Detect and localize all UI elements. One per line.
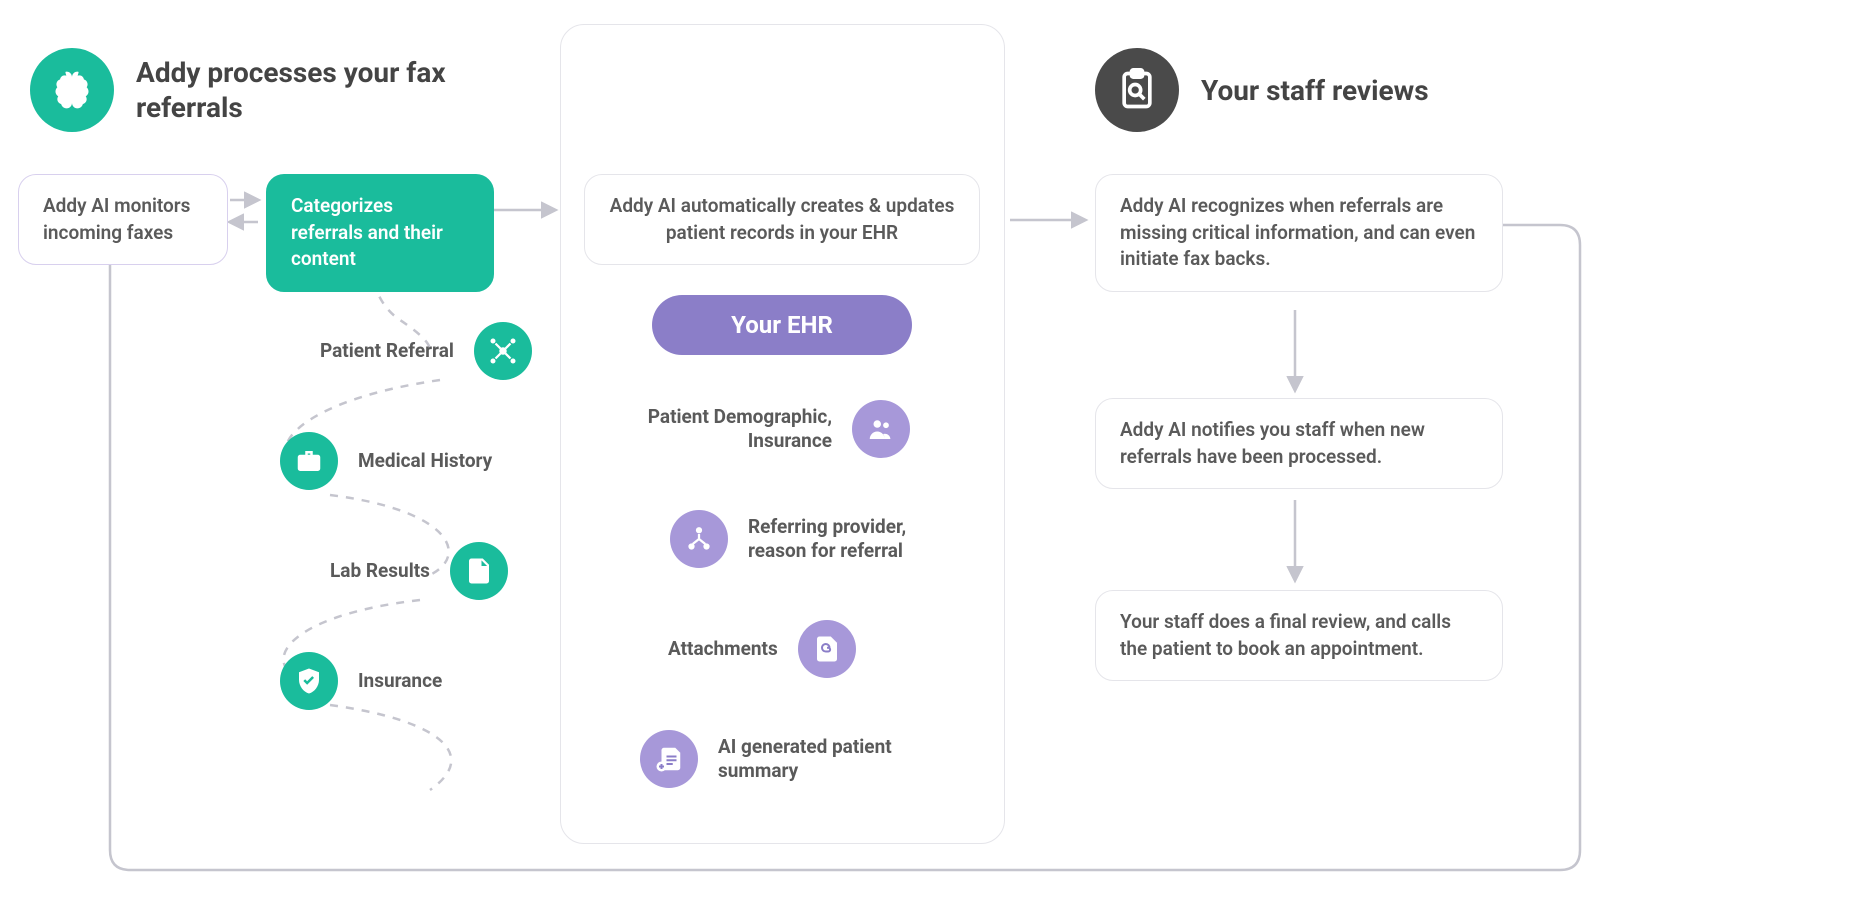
- cat-medical-history: Medical History: [280, 432, 492, 490]
- cat-label: Medical History: [358, 449, 492, 473]
- medical-bag-icon: [280, 432, 338, 490]
- document-icon: [450, 542, 508, 600]
- box-update-ehr: Addy AI automatically creates & updates …: [584, 174, 980, 265]
- cat-lab-results: Lab Results: [330, 542, 508, 600]
- attachment-icon: [798, 620, 856, 678]
- brain-icon: [30, 48, 114, 132]
- box-review: Your staff does a final review, and call…: [1095, 590, 1503, 681]
- ehr-provider: Referring provider, reason for referral: [670, 510, 968, 568]
- cat-label: Insurance: [358, 669, 442, 693]
- ehr-pill: Your EHR: [652, 295, 912, 355]
- cat-label: Lab Results: [330, 559, 430, 583]
- ehr-attachments: Attachments: [668, 620, 856, 678]
- ehr-demographic: Patient Demographic, Insurance: [612, 400, 910, 458]
- cat-label: Patient Demographic, Insurance: [612, 405, 832, 453]
- col1-header: Addy processes your fax referrals: [30, 48, 456, 132]
- network-icon: [474, 322, 532, 380]
- document-plus-icon: [640, 730, 698, 788]
- col1-title: Addy processes your fax referrals: [136, 55, 456, 125]
- box-monitor: Addy AI monitors incoming faxes: [18, 174, 228, 265]
- cat-patient-referral: Patient Referral: [320, 322, 532, 380]
- box-notify: Addy AI notifies you staff when new refe…: [1095, 398, 1503, 489]
- people-icon: [852, 400, 910, 458]
- box-categorize: Categorizes referrals and their content: [266, 174, 494, 292]
- cat-label: Attachments: [668, 637, 778, 661]
- hierarchy-icon: [670, 510, 728, 568]
- box-recognize: Addy AI recognizes when referrals are mi…: [1095, 174, 1503, 292]
- cat-label: Referring provider, reason for referral: [748, 515, 968, 563]
- ehr-summary: AI generated patient summary: [640, 730, 938, 788]
- cat-label: AI generated patient summary: [718, 735, 938, 783]
- col3-header: Your staff reviews: [1095, 48, 1429, 132]
- cat-insurance: Insurance: [280, 652, 442, 710]
- shield-check-icon: [280, 652, 338, 710]
- col3-title: Your staff reviews: [1201, 73, 1429, 108]
- clipboard-search-icon: [1095, 48, 1179, 132]
- cat-label: Patient Referral: [320, 339, 454, 363]
